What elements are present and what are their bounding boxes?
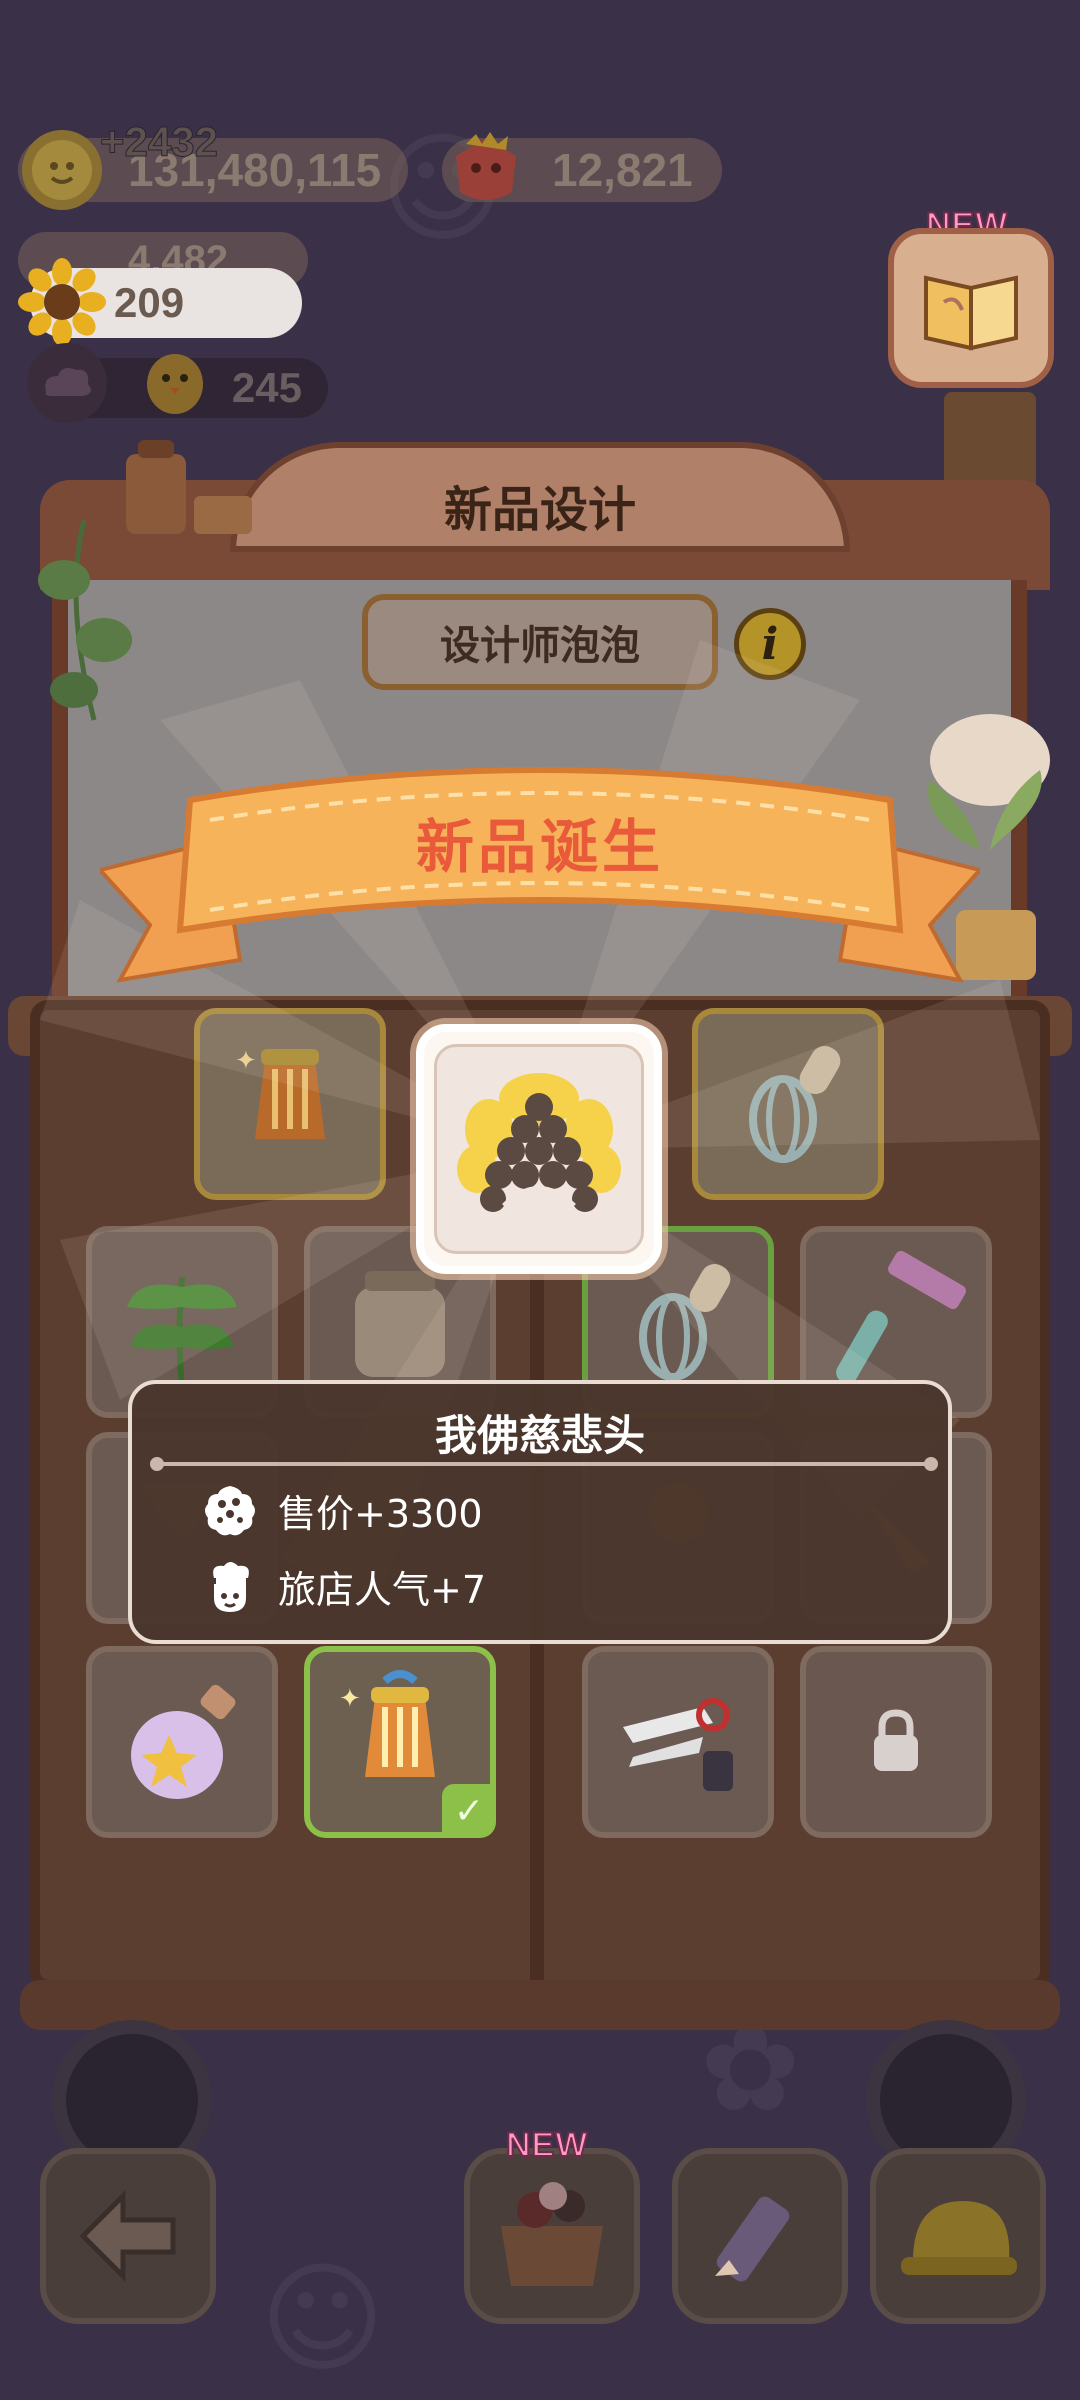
back-button[interactable]	[40, 2148, 216, 2324]
slot-item[interactable]	[582, 1646, 774, 1838]
construction-button[interactable]	[870, 2148, 1046, 2324]
fern-leaf-icon	[127, 1276, 237, 1388]
info-icon: i	[761, 618, 779, 670]
chick-icon	[147, 354, 203, 414]
new-badge-nav: NEW	[505, 2125, 589, 2165]
pencil-icon	[715, 2196, 790, 2282]
designer-plate: 设计师泡泡	[362, 594, 718, 690]
gem-icon	[456, 132, 516, 200]
curly-hair-icon	[457, 1073, 621, 1215]
new-item-card[interactable]	[416, 1024, 662, 1274]
gems-value: 12,821	[552, 144, 693, 196]
item-name: 我佛慈悲头	[434, 1411, 645, 1460]
coin-icon	[22, 130, 102, 210]
background-doodle: ☺	[260, 2250, 386, 2389]
back-arrow-icon	[79, 2189, 176, 2283]
slot-locked[interactable]	[800, 1646, 992, 1838]
new-item-inner	[434, 1044, 644, 1254]
chick-value: 245	[231, 364, 302, 411]
stat-price-text: 售价+3300	[278, 1491, 483, 1536]
stat-price: 售价+3300	[202, 1480, 483, 1540]
stat-popularity: 旅店人气+7	[202, 1556, 486, 1616]
item-tooltip: 我佛慈悲头 售价+3300 旅店人气+7	[128, 1380, 952, 1644]
design-book-button[interactable]	[888, 228, 1054, 388]
banner-title: 新品诞生	[415, 813, 664, 881]
gift-box-button[interactable]	[464, 2148, 640, 2324]
star-jar-icon	[131, 1684, 236, 1799]
svg-text:✦: ✦	[339, 1684, 361, 1714]
pencil-button[interactable]	[672, 2148, 848, 2324]
razor-icon	[836, 1250, 966, 1384]
lock-icon	[874, 1709, 918, 1771]
scissors-comb-icon	[623, 1698, 733, 1791]
cookie-icon	[205, 1486, 255, 1536]
gift-box-icon	[501, 2182, 603, 2286]
cabinet-base	[20, 1980, 1060, 2030]
chef-icon	[213, 1562, 249, 1612]
tooltip-divider	[150, 1457, 938, 1471]
cloud-icon	[27, 343, 107, 423]
stamp-card	[944, 392, 1036, 492]
slot-item[interactable]: ✦	[194, 1008, 386, 1200]
hard-hat-icon	[901, 2201, 1017, 2275]
cabinet-title: 新品设计	[443, 482, 636, 538]
vine-decoration	[38, 520, 132, 721]
whisk-icon	[749, 1045, 841, 1163]
sunflower-icon	[18, 258, 106, 346]
sunflower-value: 209	[114, 279, 185, 326]
lantern-icon: ✦	[235, 1046, 325, 1139]
slot-item[interactable]	[86, 1646, 278, 1838]
svg-text:✦: ✦	[235, 1046, 257, 1076]
slot-item[interactable]	[692, 1008, 884, 1200]
book-icon	[924, 275, 1018, 351]
coins-gain: +2432	[100, 118, 219, 166]
info-button[interactable]: i	[734, 608, 806, 680]
stat-popularity-text: 旅店人气+7	[278, 1567, 487, 1612]
designer-name: 设计师泡泡	[440, 623, 640, 669]
gems-counter[interactable]: 12,821	[442, 132, 722, 202]
check-icon: ✓	[442, 1784, 496, 1838]
slot-item-selected[interactable]: ✦ ✓	[304, 1646, 496, 1838]
